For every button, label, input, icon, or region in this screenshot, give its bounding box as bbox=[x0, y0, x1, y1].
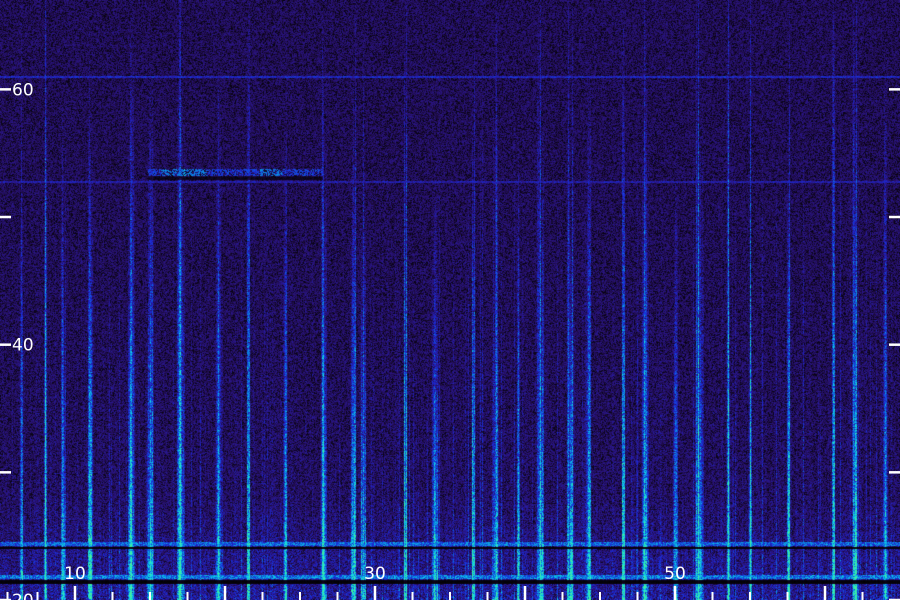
x-axis-bottom bbox=[6, 586, 864, 600]
y-tick-label: 20 bbox=[12, 591, 34, 600]
x-tick-label: 50 bbox=[664, 564, 686, 584]
y-axis-right bbox=[889, 88, 900, 600]
x-tick-labels: 10 30 50 bbox=[64, 564, 686, 584]
y-tick-label: 40 bbox=[12, 336, 34, 356]
y-tick-labels: 20 40 60 bbox=[12, 80, 34, 600]
x-tick-label: 10 bbox=[64, 564, 86, 584]
x-tick-label: 30 bbox=[364, 564, 386, 584]
chart-axes-overlay: 20 40 60 10 30 50 bbox=[0, 80, 900, 600]
y-tick-label: 60 bbox=[12, 80, 34, 100]
y-axis-left bbox=[0, 88, 11, 600]
